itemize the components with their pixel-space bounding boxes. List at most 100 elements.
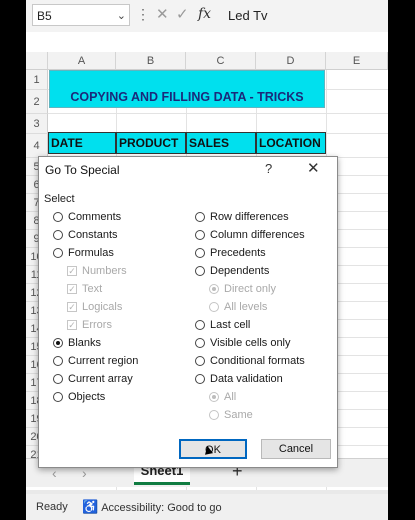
option-label: Logicals <box>82 301 123 313</box>
option-label: Conditional formats <box>210 355 305 367</box>
radio-icon[interactable] <box>195 248 205 258</box>
radio-icon[interactable] <box>53 248 63 258</box>
chevron-down-icon[interactable]: ⌄ <box>117 5 126 27</box>
option-label: Direct only <box>224 283 276 295</box>
row-header-1[interactable]: 1 <box>26 70 48 90</box>
insert-function-icon[interactable]: fx <box>198 6 211 22</box>
row-header-2[interactable]: 2 <box>26 90 48 114</box>
option-direct-only: Direct only <box>209 281 276 297</box>
formula-input[interactable]: Led Tv <box>228 8 268 23</box>
radio-icon[interactable] <box>53 392 63 402</box>
option-constants[interactable]: Constants <box>53 227 118 243</box>
header-cell-date[interactable]: DATE <box>48 132 116 154</box>
radio-icon[interactable] <box>195 230 205 240</box>
radio-icon <box>209 410 219 420</box>
radio-icon[interactable] <box>195 212 205 222</box>
option-row-differences[interactable]: Row differences <box>195 209 289 225</box>
row-header-4[interactable]: 4 <box>26 134 48 158</box>
option-label: Numbers <box>82 265 127 277</box>
option-label: Current array <box>68 373 133 385</box>
option-label: Current region <box>68 355 139 367</box>
option-all: All <box>209 389 236 405</box>
option-conditional-formats[interactable]: Conditional formats <box>195 353 305 369</box>
excel-window: B5 ⌄ ⋮ ✕ ✓ fx Led Tv A B C D E 123456789… <box>26 0 388 520</box>
option-current-array[interactable]: Current array <box>53 371 133 387</box>
option-comments[interactable]: Comments <box>53 209 121 225</box>
accessibility-status[interactable]: ♿ Accessibility: Good to go <box>82 499 222 515</box>
option-label: Blanks <box>68 337 102 349</box>
accessibility-icon: ♿ <box>82 499 99 514</box>
help-icon[interactable]: ? <box>265 161 272 176</box>
radio-icon <box>209 392 219 402</box>
option-label: Data validation <box>210 373 283 385</box>
row-header-3[interactable]: 3 <box>26 114 48 134</box>
cancel-button[interactable]: Cancel <box>261 439 331 459</box>
radio-icon[interactable] <box>195 266 205 276</box>
close-icon[interactable]: ✕ <box>307 159 320 177</box>
column-header-e[interactable]: E <box>326 52 388 70</box>
option-current-region[interactable]: Current region <box>53 353 138 369</box>
column-header-d[interactable]: D <box>256 52 326 70</box>
header-cell-product[interactable]: PRODUCT <box>116 132 186 154</box>
header-cell-location[interactable]: LOCATION <box>256 132 326 154</box>
option-data-validation[interactable]: Data validation <box>195 371 283 387</box>
column-header-a[interactable]: A <box>48 52 116 70</box>
header-cell-sales[interactable]: SALES <box>186 132 256 154</box>
status-bar: Ready ♿ Accessibility: Good to go <box>26 494 388 520</box>
radio-icon <box>209 284 219 294</box>
row-gridline <box>48 113 388 114</box>
option-column-differences[interactable]: Column differences <box>195 227 305 243</box>
option-dependents[interactable]: Dependents <box>195 263 269 279</box>
option-label: Comments <box>68 211 122 223</box>
option-last-cell[interactable]: Last cell <box>195 317 250 333</box>
checkbox-icon: ✓ <box>67 266 77 276</box>
column-header-b[interactable]: B <box>116 52 186 70</box>
option-all-levels: All levels <box>209 299 267 315</box>
checkbox-icon: ✓ <box>67 284 77 294</box>
option-label: Errors <box>82 319 112 331</box>
option-formulas[interactable]: Formulas <box>53 245 114 261</box>
option-label: Last cell <box>210 319 251 331</box>
radio-icon[interactable] <box>195 356 205 366</box>
option-same: Same <box>209 407 253 423</box>
option-label: All <box>224 391 237 403</box>
option-blanks[interactable]: Blanks <box>53 335 101 351</box>
option-numbers: ✓ Numbers <box>67 263 127 279</box>
mouse-pointer-icon: ▲ <box>199 439 217 459</box>
radio-icon[interactable] <box>195 320 205 330</box>
select-all-corner[interactable] <box>26 52 48 70</box>
go-to-special-dialog: Go To Special ? ✕ Select Comments Constan… <box>38 156 338 468</box>
option-label: Column differences <box>210 229 305 241</box>
radio-icon[interactable] <box>195 338 205 348</box>
radio-icon[interactable] <box>53 338 63 348</box>
radio-icon[interactable] <box>53 374 63 384</box>
option-label: Text <box>82 283 103 295</box>
accessibility-label: Accessibility: Good to go <box>101 502 222 514</box>
dialog-title: Go To Special <box>45 163 120 177</box>
sheet-title[interactable]: COPYING AND FILLING DATA - TRICKS <box>49 90 325 104</box>
radio-icon <box>209 302 219 312</box>
name-box[interactable]: B5 ⌄ <box>32 4 130 26</box>
more-options-icon[interactable]: ⋮ <box>136 6 150 23</box>
option-label: Constants <box>68 229 118 241</box>
column-header-c[interactable]: C <box>186 52 256 70</box>
option-label: Dependents <box>210 265 270 277</box>
option-label: Precedents <box>210 247 266 259</box>
option-errors: ✓ Errors <box>67 317 112 333</box>
option-label: Objects <box>68 391 106 403</box>
checkbox-icon: ✓ <box>67 302 77 312</box>
option-label: Row differences <box>210 211 289 223</box>
name-box-value: B5 <box>37 9 52 23</box>
option-label: Formulas <box>68 247 114 259</box>
cancel-entry-icon[interactable]: ✕ <box>156 5 169 23</box>
radio-icon[interactable] <box>53 212 63 222</box>
option-precedents[interactable]: Precedents <box>195 245 266 261</box>
confirm-entry-icon[interactable]: ✓ <box>176 5 189 23</box>
checkbox-icon: ✓ <box>67 320 77 330</box>
option-visible-cells-only[interactable]: Visible cells only <box>195 335 291 351</box>
option-objects[interactable]: Objects <box>53 389 105 405</box>
radio-icon[interactable] <box>53 356 63 366</box>
radio-icon[interactable] <box>195 374 205 384</box>
option-text: ✓ Text <box>67 281 102 297</box>
radio-icon[interactable] <box>53 230 63 240</box>
